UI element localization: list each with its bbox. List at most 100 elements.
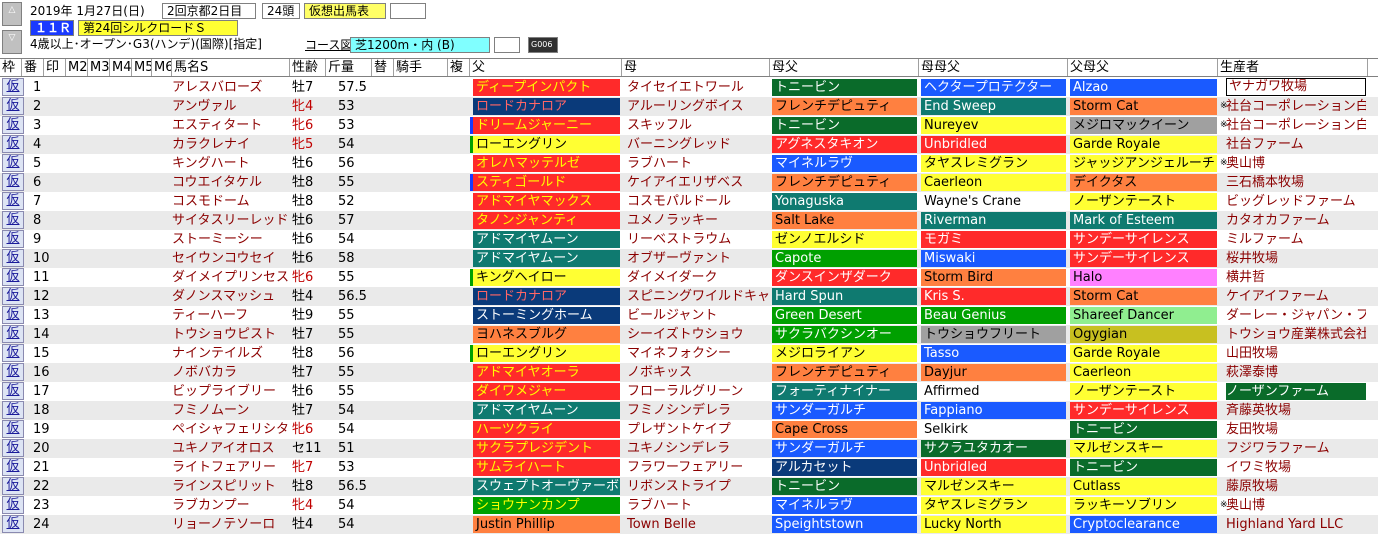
bms-cell[interactable]: Capote — [772, 250, 917, 267]
col-bms[interactable]: 母父 — [770, 59, 919, 76]
horse-name[interactable]: ラブカンプー — [172, 496, 290, 515]
bbms-cell[interactable]: Beau Genius — [921, 307, 1066, 324]
horse-name[interactable]: アンヴァル — [172, 97, 290, 116]
table-row[interactable]: 仮 3 エスティタート 牝6 53 ドリームジャーニー スキッフル トニービン Nureyev メ… — [0, 116, 1378, 135]
dam-cell[interactable]: ラブハート — [624, 497, 770, 514]
col-m3[interactable]: M3 — [88, 59, 110, 76]
horse-name[interactable]: キングハート — [172, 154, 290, 173]
col-jockey[interactable]: 騎手 — [394, 59, 448, 76]
breeder-cell[interactable]: 奥山博 — [1226, 154, 1366, 173]
horse-name[interactable]: フミノムーン — [172, 401, 290, 420]
sire-cell[interactable]: アドマイヤムーン — [473, 231, 620, 248]
dam-cell[interactable]: スキッフル — [624, 117, 770, 134]
bms-cell[interactable]: メジロライアン — [772, 345, 917, 362]
col-waku[interactable]: 枠 — [0, 59, 22, 76]
bbms-cell[interactable]: モガミ — [921, 231, 1066, 248]
col-m5[interactable]: M5 — [132, 59, 152, 76]
bms-cell[interactable]: Cape Cross — [772, 421, 917, 438]
sbms-cell[interactable]: メジロマックイーン — [1070, 117, 1217, 134]
horse-name[interactable]: カラクレナイ — [172, 135, 290, 154]
sire-cell[interactable]: サクラプレジデント — [473, 440, 620, 457]
horse-name[interactable]: コスモドーム — [172, 192, 290, 211]
table-row[interactable]: 仮 4 カラクレナイ 牝5 54 ローエングリン バーニングレッド アグネスタキオン Unbri… — [0, 135, 1378, 154]
dam-cell[interactable]: プレザントケイプ — [624, 421, 770, 438]
sire-cell[interactable]: ハーツクライ — [473, 421, 620, 438]
bbms-cell[interactable]: トウショウフリート — [921, 326, 1066, 343]
bms-cell[interactable]: トニービン — [772, 478, 917, 495]
table-row[interactable]: 仮 13 ティーハーフ 牡9 55 ストーミングホーム ビールジャント Green Deser… — [0, 306, 1378, 325]
sire-cell[interactable]: ローエングリン — [473, 136, 620, 153]
bms-cell[interactable]: アルカセット — [772, 459, 917, 476]
col-weight[interactable]: 斤量 — [326, 59, 372, 76]
waku-link[interactable]: 仮 — [2, 287, 24, 305]
waku-link[interactable]: 仮 — [2, 78, 24, 96]
table-row[interactable]: 仮 5 キングハート 牡6 56 オレハマッテルゼ ラブハート マイネルラヴ タヤスレミグランジ… — [0, 154, 1378, 173]
sire-cell[interactable]: アドマイヤムーン — [473, 402, 620, 419]
table-row[interactable]: 仮 20 ユキノアイオロス セ11 51 サクラプレジデント ユキノシンデレラ サンダーガルチ… — [0, 439, 1378, 458]
sire-cell[interactable]: アドマイヤオーラ — [473, 364, 620, 381]
table-row[interactable]: 仮 12 ダノンスマッシュ牡4 56.5 ロードカナロアスピニングワイルドキャットHar… — [0, 287, 1378, 306]
horse-name[interactable]: エスティタート — [172, 116, 290, 135]
horse-name[interactable]: ライトフェアリー — [172, 458, 290, 477]
table-row[interactable]: 仮 14 トウショウピスト 牡7 55 ヨハネスブルグ シーイズトウショウ サクラバクシンオー… — [0, 325, 1378, 344]
breeder-cell[interactable]: カタオカファーム — [1226, 211, 1366, 230]
dam-cell[interactable]: フミノシンデレラ — [624, 402, 770, 419]
sire-cell[interactable]: ディープインパクト — [473, 79, 620, 96]
dam-cell[interactable]: ダイメイダーク — [624, 269, 770, 286]
breeder-cell[interactable]: 藤原牧場 — [1226, 477, 1366, 496]
bbms-cell[interactable]: タヤスレミグラン — [921, 155, 1066, 172]
dam-cell[interactable]: フラワーフェアリー — [624, 459, 770, 476]
bms-cell[interactable]: Salt Lake — [772, 212, 917, 229]
col-bbms[interactable]: 母母父 — [919, 59, 1068, 76]
sbms-cell[interactable]: Mark of Esteem — [1070, 212, 1217, 229]
bms-cell[interactable]: フレンチデピュティ — [772, 174, 917, 191]
waku-link[interactable]: 仮 — [2, 477, 24, 495]
horse-name[interactable]: セイウンコウセイ — [172, 249, 290, 268]
sire-cell[interactable]: キングヘイロー — [473, 269, 620, 286]
sire-cell[interactable]: スウェプトオーヴァーボード — [473, 478, 620, 495]
sire-cell[interactable]: ショウナンカンプ — [473, 497, 620, 514]
sbms-cell[interactable]: Halo — [1070, 269, 1217, 286]
waku-link[interactable]: 仮 — [2, 249, 24, 267]
col-m6[interactable]: M6 — [152, 59, 172, 76]
bbms-cell[interactable]: Miswaki — [921, 250, 1066, 267]
table-row[interactable]: 仮 21 ライトフェアリー 牝7 53 サムライハート フラワーフェアリー アルカセット Unb… — [0, 458, 1378, 477]
bbms-cell[interactable]: Caerleon — [921, 174, 1066, 191]
breeder-cell[interactable]: フジワラファーム — [1226, 439, 1366, 458]
sbms-cell[interactable]: ラッキーソブリン — [1070, 497, 1217, 514]
table-row[interactable]: 仮 15 ナインテイルズ 牡8 56 ローエングリン マイネフォクシー メジロライアン Tass… — [0, 344, 1378, 363]
sbms-cell[interactable]: Caerleon — [1070, 364, 1217, 381]
waku-link[interactable]: 仮 — [2, 173, 24, 191]
sbms-cell[interactable]: Garde Royale — [1070, 136, 1217, 153]
breeder-cell[interactable]: ダーレー・ジャパン・ファーム — [1226, 306, 1366, 325]
bms-cell[interactable]: サンダーガルチ — [772, 440, 917, 457]
bbms-cell[interactable]: Affirmed — [921, 383, 1066, 400]
table-row[interactable]: 仮 23 ラブカンプー 牝4 54 ショウナンカンプ ラブハート マイネルラヴ タヤスレミグラン… — [0, 496, 1378, 515]
sbms-cell[interactable]: Shareef Dancer — [1070, 307, 1217, 324]
bbms-cell[interactable]: Wayne's Crane — [921, 193, 1066, 210]
breeder-cell[interactable]: 奥山博 — [1226, 496, 1366, 515]
sire-cell[interactable]: アドマイヤマックス — [473, 193, 620, 210]
horse-name[interactable]: ノボバカラ — [172, 363, 290, 382]
dam-cell[interactable]: オブザーヴァント — [624, 250, 770, 267]
col-sbms[interactable]: 父母父 — [1068, 59, 1218, 76]
waku-link[interactable]: 仮 — [2, 135, 24, 153]
col-sire[interactable]: 父 — [470, 59, 622, 76]
bms-cell[interactable]: マイネルラヴ — [772, 497, 917, 514]
breeder-cell[interactable]: 斉藤英牧場 — [1226, 401, 1366, 420]
waku-link[interactable]: 仮 — [2, 458, 24, 476]
sbms-cell[interactable]: ノーザンテースト — [1070, 383, 1217, 400]
bms-cell[interactable]: Green Desert — [772, 307, 917, 324]
waku-link[interactable]: 仮 — [2, 97, 24, 115]
breeder-cell[interactable]: ビッグレッドファーム — [1226, 192, 1366, 211]
breeder-cell[interactable]: 桜井牧場 — [1226, 249, 1366, 268]
bbms-cell[interactable]: サクラユタカオー — [921, 440, 1066, 457]
table-row[interactable]: 仮 6 コウエイタケル 牡8 55 スティゴールド ケイアイエリザベス フレンチデピュティ Ca… — [0, 173, 1378, 192]
breeder-cell[interactable]: ヤナガワ牧場 — [1226, 78, 1366, 96]
sire-cell[interactable]: ローエングリン — [473, 345, 620, 362]
sire-cell[interactable]: スティゴールド — [473, 174, 620, 191]
dam-cell[interactable]: ケイアイエリザベス — [624, 174, 770, 191]
waku-link[interactable]: 仮 — [2, 116, 24, 134]
col-place[interactable]: 複 — [448, 59, 470, 76]
col-m4[interactable]: M4 — [110, 59, 132, 76]
